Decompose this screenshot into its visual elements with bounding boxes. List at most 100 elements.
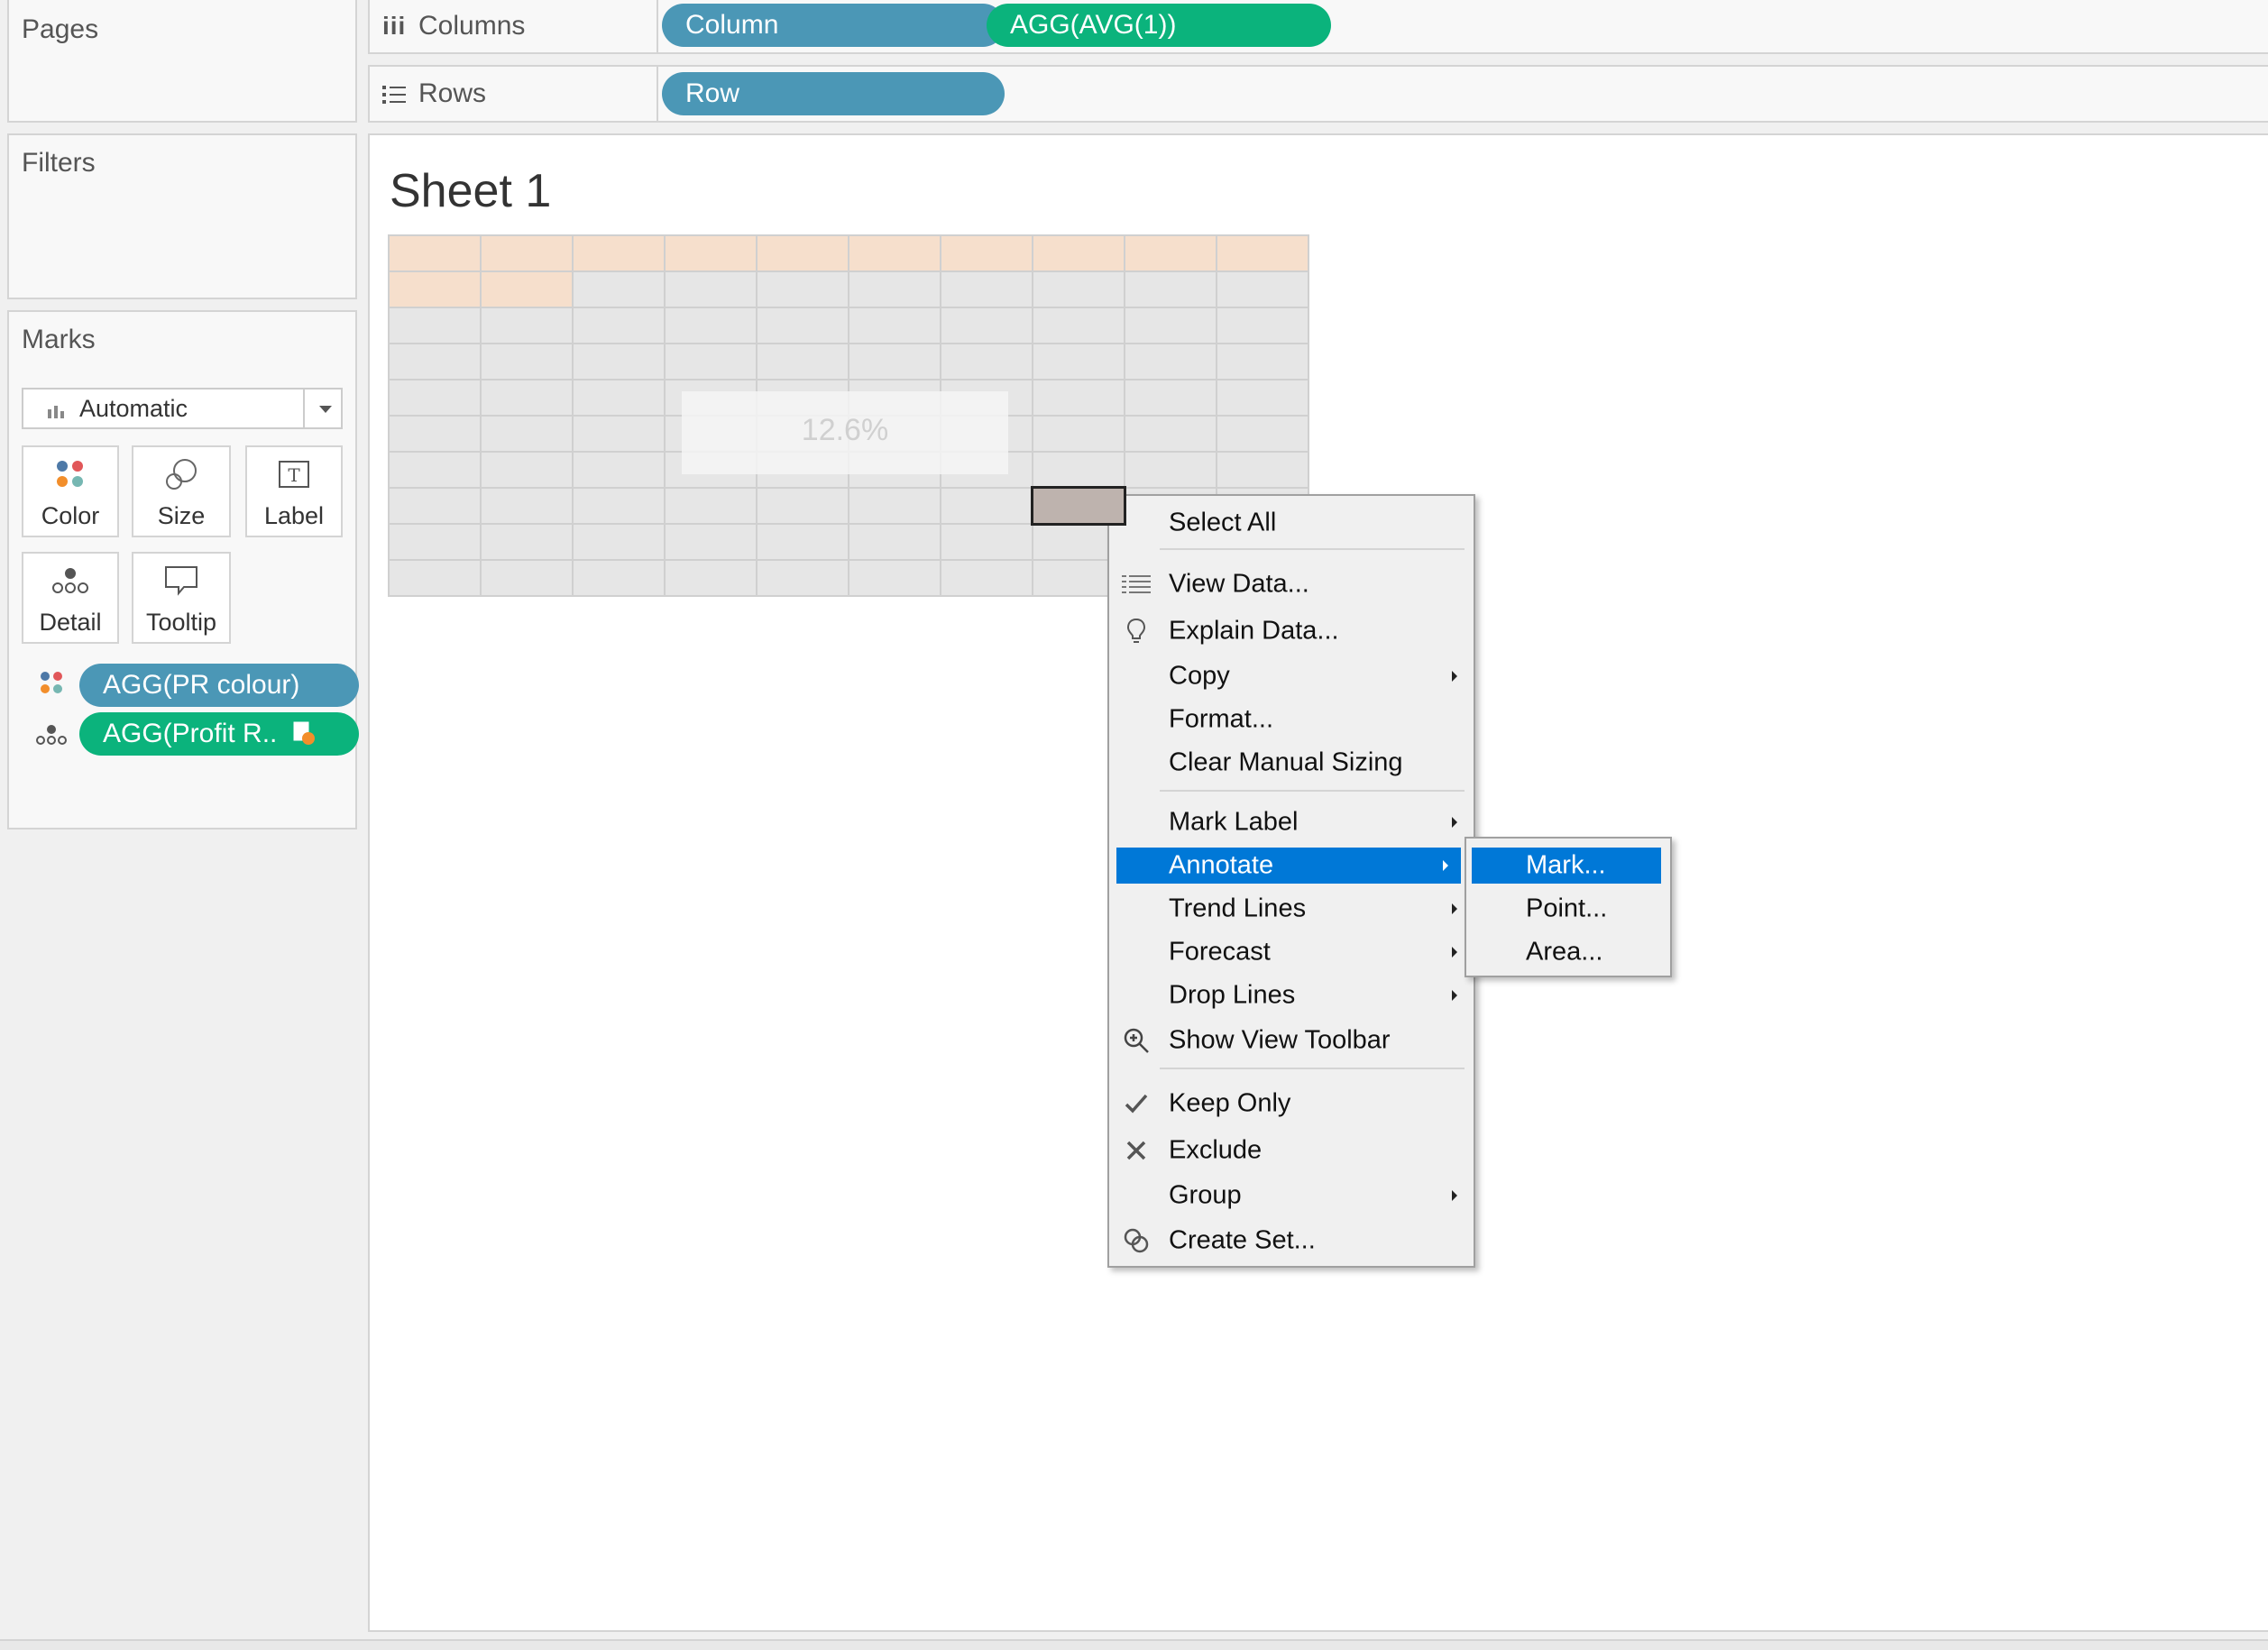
grid-cell[interactable] [482, 561, 572, 595]
grid-cell[interactable] [849, 525, 940, 559]
grid-cell[interactable] [1125, 272, 1216, 307]
grid-cell[interactable] [1033, 308, 1124, 343]
grid-cell[interactable] [1125, 380, 1216, 415]
pages-card[interactable]: Pages [7, 0, 357, 123]
grid-cell[interactable] [1125, 344, 1216, 379]
grid-cell[interactable] [390, 344, 480, 379]
grid-cell[interactable] [574, 344, 664, 379]
grid-cell[interactable] [1217, 272, 1308, 307]
menu-item-forecast[interactable]: Forecast [1113, 934, 1470, 970]
grid-cell[interactable] [1217, 380, 1308, 415]
grid-cell[interactable] [758, 489, 848, 523]
grid-cell[interactable] [849, 561, 940, 595]
grid-cell[interactable] [482, 236, 572, 270]
grid-cell[interactable] [574, 417, 664, 451]
grid-cell[interactable] [482, 489, 572, 523]
grid-cell[interactable] [941, 344, 1032, 379]
mark-type-dropdown[interactable]: Automatic [22, 388, 343, 429]
grid-cell[interactable] [390, 380, 480, 415]
grid-cell[interactable] [390, 525, 480, 559]
grid-cell[interactable] [1217, 236, 1308, 270]
column-pill[interactable]: Column [662, 4, 1005, 47]
grid-cell[interactable] [666, 344, 756, 379]
grid-cell[interactable] [390, 489, 480, 523]
grid-cell[interactable] [1125, 453, 1216, 487]
grid-cell[interactable] [941, 308, 1032, 343]
size-button[interactable]: Size [132, 445, 231, 537]
grid-cell[interactable] [1217, 308, 1308, 343]
menu-item-format[interactable]: Format... [1113, 701, 1470, 738]
menu-item-select-all[interactable]: Select All [1113, 505, 1470, 541]
label-button[interactable]: T Label [245, 445, 343, 537]
grid-cell[interactable] [574, 236, 664, 270]
grid-cell[interactable] [849, 344, 940, 379]
color-button[interactable]: Color [22, 445, 119, 537]
selected-grid-cell[interactable] [1031, 486, 1126, 526]
grid-cell[interactable] [1217, 453, 1308, 487]
grid-cell[interactable] [574, 272, 664, 307]
grid-cell[interactable] [758, 308, 848, 343]
submenu-item-point[interactable]: Point... [1470, 891, 1667, 927]
profit-ratio-pill[interactable]: AGG(Profit R.. [79, 712, 359, 756]
menu-item-create-set[interactable]: Create Set... [1113, 1223, 1470, 1259]
grid-cell[interactable] [574, 453, 664, 487]
grid-cell[interactable] [482, 308, 572, 343]
grid-cell[interactable] [574, 525, 664, 559]
menu-item-keep-only[interactable]: Keep Only [1113, 1086, 1470, 1122]
grid-cell[interactable] [390, 272, 480, 307]
filters-card[interactable]: Filters [7, 133, 357, 299]
grid-cell[interactable] [849, 236, 940, 270]
grid-cell[interactable] [941, 236, 1032, 270]
grid-cell[interactable] [758, 525, 848, 559]
detail-button[interactable]: Detail [22, 552, 119, 644]
grid-cell[interactable] [482, 525, 572, 559]
grid-cell[interactable] [758, 344, 848, 379]
menu-item-exclude[interactable]: Exclude [1113, 1132, 1470, 1169]
menu-item-annotate[interactable]: Annotate [1116, 848, 1461, 884]
grid-cell[interactable] [390, 308, 480, 343]
grid-cell[interactable] [1033, 417, 1124, 451]
menu-item-group[interactable]: Group [1113, 1178, 1470, 1214]
grid-cell[interactable] [482, 272, 572, 307]
grid-cell[interactable] [1217, 344, 1308, 379]
grid-cell[interactable] [666, 308, 756, 343]
agg-avg-pill[interactable]: AGG(AVG(1)) [987, 4, 1331, 47]
grid-cell[interactable] [849, 272, 940, 307]
grid-cell[interactable] [941, 525, 1032, 559]
grid-cell[interactable] [1125, 308, 1216, 343]
grid-cell[interactable] [1125, 236, 1216, 270]
grid-cell[interactable] [849, 489, 940, 523]
menu-item-copy[interactable]: Copy [1113, 658, 1470, 694]
columns-shelf[interactable]: iii Columns Column AGG(AVG(1)) [368, 0, 2268, 54]
grid-cell[interactable] [1033, 453, 1124, 487]
grid-cell[interactable] [390, 561, 480, 595]
grid-cell[interactable] [1217, 417, 1308, 451]
sheet-title[interactable]: Sheet 1 [390, 164, 551, 218]
menu-item-show-view-toolbar[interactable]: Show View Toolbar [1113, 1022, 1470, 1059]
grid-cell[interactable] [574, 489, 664, 523]
grid-cell[interactable] [666, 525, 756, 559]
submenu-item-area[interactable]: Area... [1470, 934, 1667, 970]
menu-item-mark-label[interactable]: Mark Label [1113, 804, 1470, 840]
rows-shelf[interactable]: Rows Row [368, 65, 2268, 123]
grid-cell[interactable] [666, 272, 756, 307]
row-pill[interactable]: Row [662, 72, 1005, 115]
tooltip-button[interactable]: Tooltip [132, 552, 231, 644]
menu-item-view-data[interactable]: View Data... [1113, 566, 1470, 602]
grid-cell[interactable] [758, 236, 848, 270]
grid-cell[interactable] [666, 236, 756, 270]
grid-cell[interactable] [574, 561, 664, 595]
grid-cell[interactable] [1125, 417, 1216, 451]
grid-cell[interactable] [941, 561, 1032, 595]
grid-cell[interactable] [482, 380, 572, 415]
pr-colour-pill[interactable]: AGG(PR colour) [79, 664, 359, 707]
grid-cell[interactable] [941, 272, 1032, 307]
grid-cell[interactable] [1033, 344, 1124, 379]
grid-cell[interactable] [666, 561, 756, 595]
submenu-item-mark[interactable]: Mark... [1472, 848, 1661, 884]
grid-cell[interactable] [1033, 236, 1124, 270]
grid-cell[interactable] [390, 236, 480, 270]
grid-cell[interactable] [390, 453, 480, 487]
grid-cell[interactable] [482, 453, 572, 487]
menu-item-explain-data[interactable]: Explain Data... [1113, 613, 1470, 649]
